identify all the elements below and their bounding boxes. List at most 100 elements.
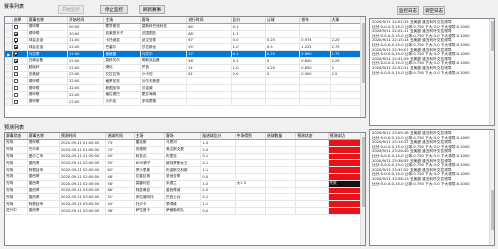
select-cell[interactable]	[12, 71, 28, 79]
cell-home: 格罗尼亚	[103, 77, 141, 86]
row-header[interactable]	[5, 37, 13, 45]
table-row[interactable]: 完场 德甲联 2020-09-11 01:00:00 73' 雷克斯 马恩河 1-0	[5, 139, 365, 147]
start-monitor-button[interactable]: 开始监控	[58, 5, 84, 14]
row-header[interactable]	[5, 64, 13, 72]
monitor-log-top: 2020/9/11 22:01:25 丑美超 渣丑利叶文拉领导 比分:0-0-0-…	[369, 18, 495, 126]
row-header[interactable]	[5, 30, 13, 38]
table-row[interactable]: 白俄后备 22:00 莫科托尔 明斯克后备 48' 0-1 0 0.800 2.25	[5, 57, 365, 65]
select-cell[interactable]	[12, 50, 28, 58]
table-row[interactable]: 完场 爱尔兰甲 2020-09-11 01:30:00 40' 科多瓦 布里亚 0-1	[5, 153, 365, 161]
log-bottom-scrollbar[interactable]	[489, 130, 494, 245]
table-row[interactable]: 完场 阿根廷甲 2020-09-11 02:00:00 62' 罗沙里奥 布诺斯艾利斯 1-…	[5, 166, 365, 174]
cell-handicap: 0.25	[265, 64, 301, 72]
cell-status: 完场	[5, 153, 28, 161]
cell-name: 德甲联	[27, 30, 69, 38]
select-cell[interactable]	[12, 84, 28, 92]
row-checkbox[interactable]	[13, 58, 18, 63]
row-checkbox[interactable]	[13, 92, 18, 97]
cell-lead: 0.975	[299, 37, 331, 45]
table-row[interactable]: 球会友谊 22:00 巴塞尔 莎拉斯龙 55' 1-0 0.5 1.225 2.75	[5, 43, 365, 52]
row-checkbox[interactable]	[13, 24, 18, 29]
cell-name: 亚美超	[27, 71, 69, 79]
cell-lead	[299, 98, 331, 106]
table-row[interactable]: 德甲联 20:00 克莱登天子 法国图亚 88' 1-1	[5, 30, 365, 38]
cell-score: 1-1	[200, 166, 236, 174]
table-row[interactable]: 进行中 墨西哥 2020-09-11 03:00:00 38' 萨拉曼卡 萨格勒布队 0-0	[5, 207, 365, 215]
table-row[interactable]: 完场 墨西哥 2020-09-11 02:00:00 48' 拉普拉塔 圣地亚哥 0-0	[5, 173, 365, 181]
row-checkbox[interactable]	[13, 38, 18, 43]
table-row[interactable]: 德甲联 00:00 霍亨斯坦 莫斯科巴伐利亚 84' 0-1	[5, 23, 365, 31]
log-top-scrollbar[interactable]	[489, 19, 494, 125]
refresh-matches-button[interactable]: 刷新赛事	[139, 5, 165, 14]
select-cell[interactable]	[12, 98, 28, 106]
cell-time: 22:00	[67, 84, 105, 92]
row-checkbox[interactable]	[13, 52, 18, 57]
match-grid-scrollbar[interactable]	[360, 17, 365, 117]
select-cell[interactable]	[12, 57, 28, 65]
table-row[interactable]: 亚美超 22:00 艾拉拉特 沙卡坦 61' 2-0 0 0.900 2.5	[5, 71, 365, 79]
row-header[interactable]	[5, 98, 13, 106]
table-row[interactable]: 完场 阿根廷甲 2020-09-11 03:00:00 44' 托卢卡 蒙得维 1-1	[5, 200, 365, 208]
row-header[interactable]	[5, 57, 13, 65]
select-cell[interactable]	[12, 64, 28, 72]
select-cell[interactable]	[12, 30, 28, 38]
row-header[interactable]	[5, 77, 13, 86]
select-cell[interactable]	[12, 23, 28, 31]
scrollbar-thumb[interactable]	[362, 137, 365, 207]
cell-name: 巴尔甲	[27, 146, 61, 154]
monitor-log-button[interactable]: 监控日志	[397, 6, 419, 15]
scrollbar-thumb[interactable]	[491, 21, 494, 51]
table-row[interactable]: ▶ 马拉联 22:00 墨格雷 马苏尔 22' 0-1 0.25 0.890 1.75	[5, 50, 365, 58]
row-checkbox[interactable]	[13, 99, 18, 104]
select-cell[interactable]	[12, 43, 28, 52]
table-row[interactable]: 完场 墨西哥 2020-09-11 03:00:00 66' 阿兹蒂克 墨西哥城 2-0	[5, 187, 365, 195]
row-checkbox[interactable]	[13, 86, 18, 91]
row-checkbox[interactable]	[13, 79, 18, 84]
cell-elapsed	[186, 98, 232, 106]
select-cell[interactable]	[12, 91, 28, 99]
row-header[interactable]	[5, 91, 13, 99]
row-checkbox[interactable]	[13, 65, 18, 70]
cell-score: 1-0	[231, 43, 266, 52]
table-row[interactable]: 完场 巴尔甲 2020-09-11 01:00:00 70' 安德顿 奥达斯文登 2-0	[5, 146, 365, 154]
row-header[interactable]	[5, 43, 13, 52]
select-cell[interactable]	[12, 77, 28, 86]
cell-name: 球会友谊	[27, 37, 69, 45]
prediction-grid: 赛事状态 赛事名称 预测时间 进球时间 主场 客场 赔进球比分 中场得到 进球数量 预测状态 预测成…	[4, 132, 366, 246]
cell-lead: 0.850	[299, 64, 331, 72]
row-checkbox[interactable]	[13, 45, 18, 50]
cell-status: 进行中	[5, 207, 28, 215]
stop-monitor-button[interactable]: 停止监控	[100, 5, 128, 14]
row-checkbox[interactable]	[13, 31, 18, 36]
prediction-table: 赛事状态 赛事名称 预测时间 进球时间 主场 客场 赔进球比分 中场得到 进球数量 预测状态 预测成…	[5, 133, 365, 215]
cell-pred_time: 2020-09-11 02:00:00	[59, 159, 107, 168]
table-row[interactable]: 德甲联 22:00 斯图加特 汉诺威	[5, 84, 365, 92]
cell-half: 大1.5	[235, 180, 266, 188]
table-row[interactable]: 越南杯 22:00 清化 芹苴 31' 1-0 0.25 0.850 2	[5, 64, 365, 72]
row-header[interactable]	[5, 84, 13, 92]
table-row[interactable]: 德甲联 22:00 格罗尼亚 沃尔夫斯堡	[5, 77, 365, 86]
clear-log-button[interactable]: 调空日志	[423, 6, 445, 15]
log-line: 比分:0-0-0-0,15-0 让球:0.750 下大:3.0 下大领导:0.1…	[372, 181, 470, 186]
scrollbar-thumb[interactable]	[362, 23, 365, 83]
cell-goals	[265, 173, 297, 181]
row-header[interactable]: ▶	[5, 50, 13, 58]
prediction-grid-scrollbar[interactable]	[360, 133, 365, 245]
table-row[interactable]: 完场 墨西哥 2020-09-11 03:00:00 51' 伊拉普阿托 巴西士兵 0-1	[5, 193, 365, 202]
table-row[interactable]: 完场 墨西哥 2020-09-11 02:00:00 55' BOE狮子 维特罗斯女王 2-…	[5, 159, 365, 168]
table-row[interactable]: 球会友谊 21:00 卡托维兹 武汉亚泰 67' 0-0 0.25 0.975 2.25	[5, 37, 365, 45]
row-header[interactable]	[5, 23, 13, 31]
row-header[interactable]	[5, 71, 13, 79]
scrollbar-thumb[interactable]	[491, 190, 494, 230]
table-row[interactable]: 完场 墨西哥 2020-09-11 02:30:00 58' 莫雷利亚 米德兰 1-0 大1.…	[5, 180, 365, 188]
row-checkbox[interactable]	[13, 72, 18, 77]
table-row[interactable]: 德甲联 22:00 沙尔克 多特蒙德	[5, 98, 365, 106]
cell-name: 墨西哥	[27, 193, 61, 202]
select-cell[interactable]	[12, 37, 28, 45]
cell-home: 墨格雷	[103, 50, 141, 58]
cell-name: 爱尔兰甲	[27, 153, 61, 161]
cell-pred_time: 2020-09-11 03:00:00	[59, 200, 107, 208]
table-row[interactable]: 德甲联 22:00 格拉德巴 霍芬海姆	[5, 91, 365, 99]
cell-away: 圣地亚哥	[164, 173, 202, 181]
cell-name: 墨西哥	[27, 207, 61, 215]
